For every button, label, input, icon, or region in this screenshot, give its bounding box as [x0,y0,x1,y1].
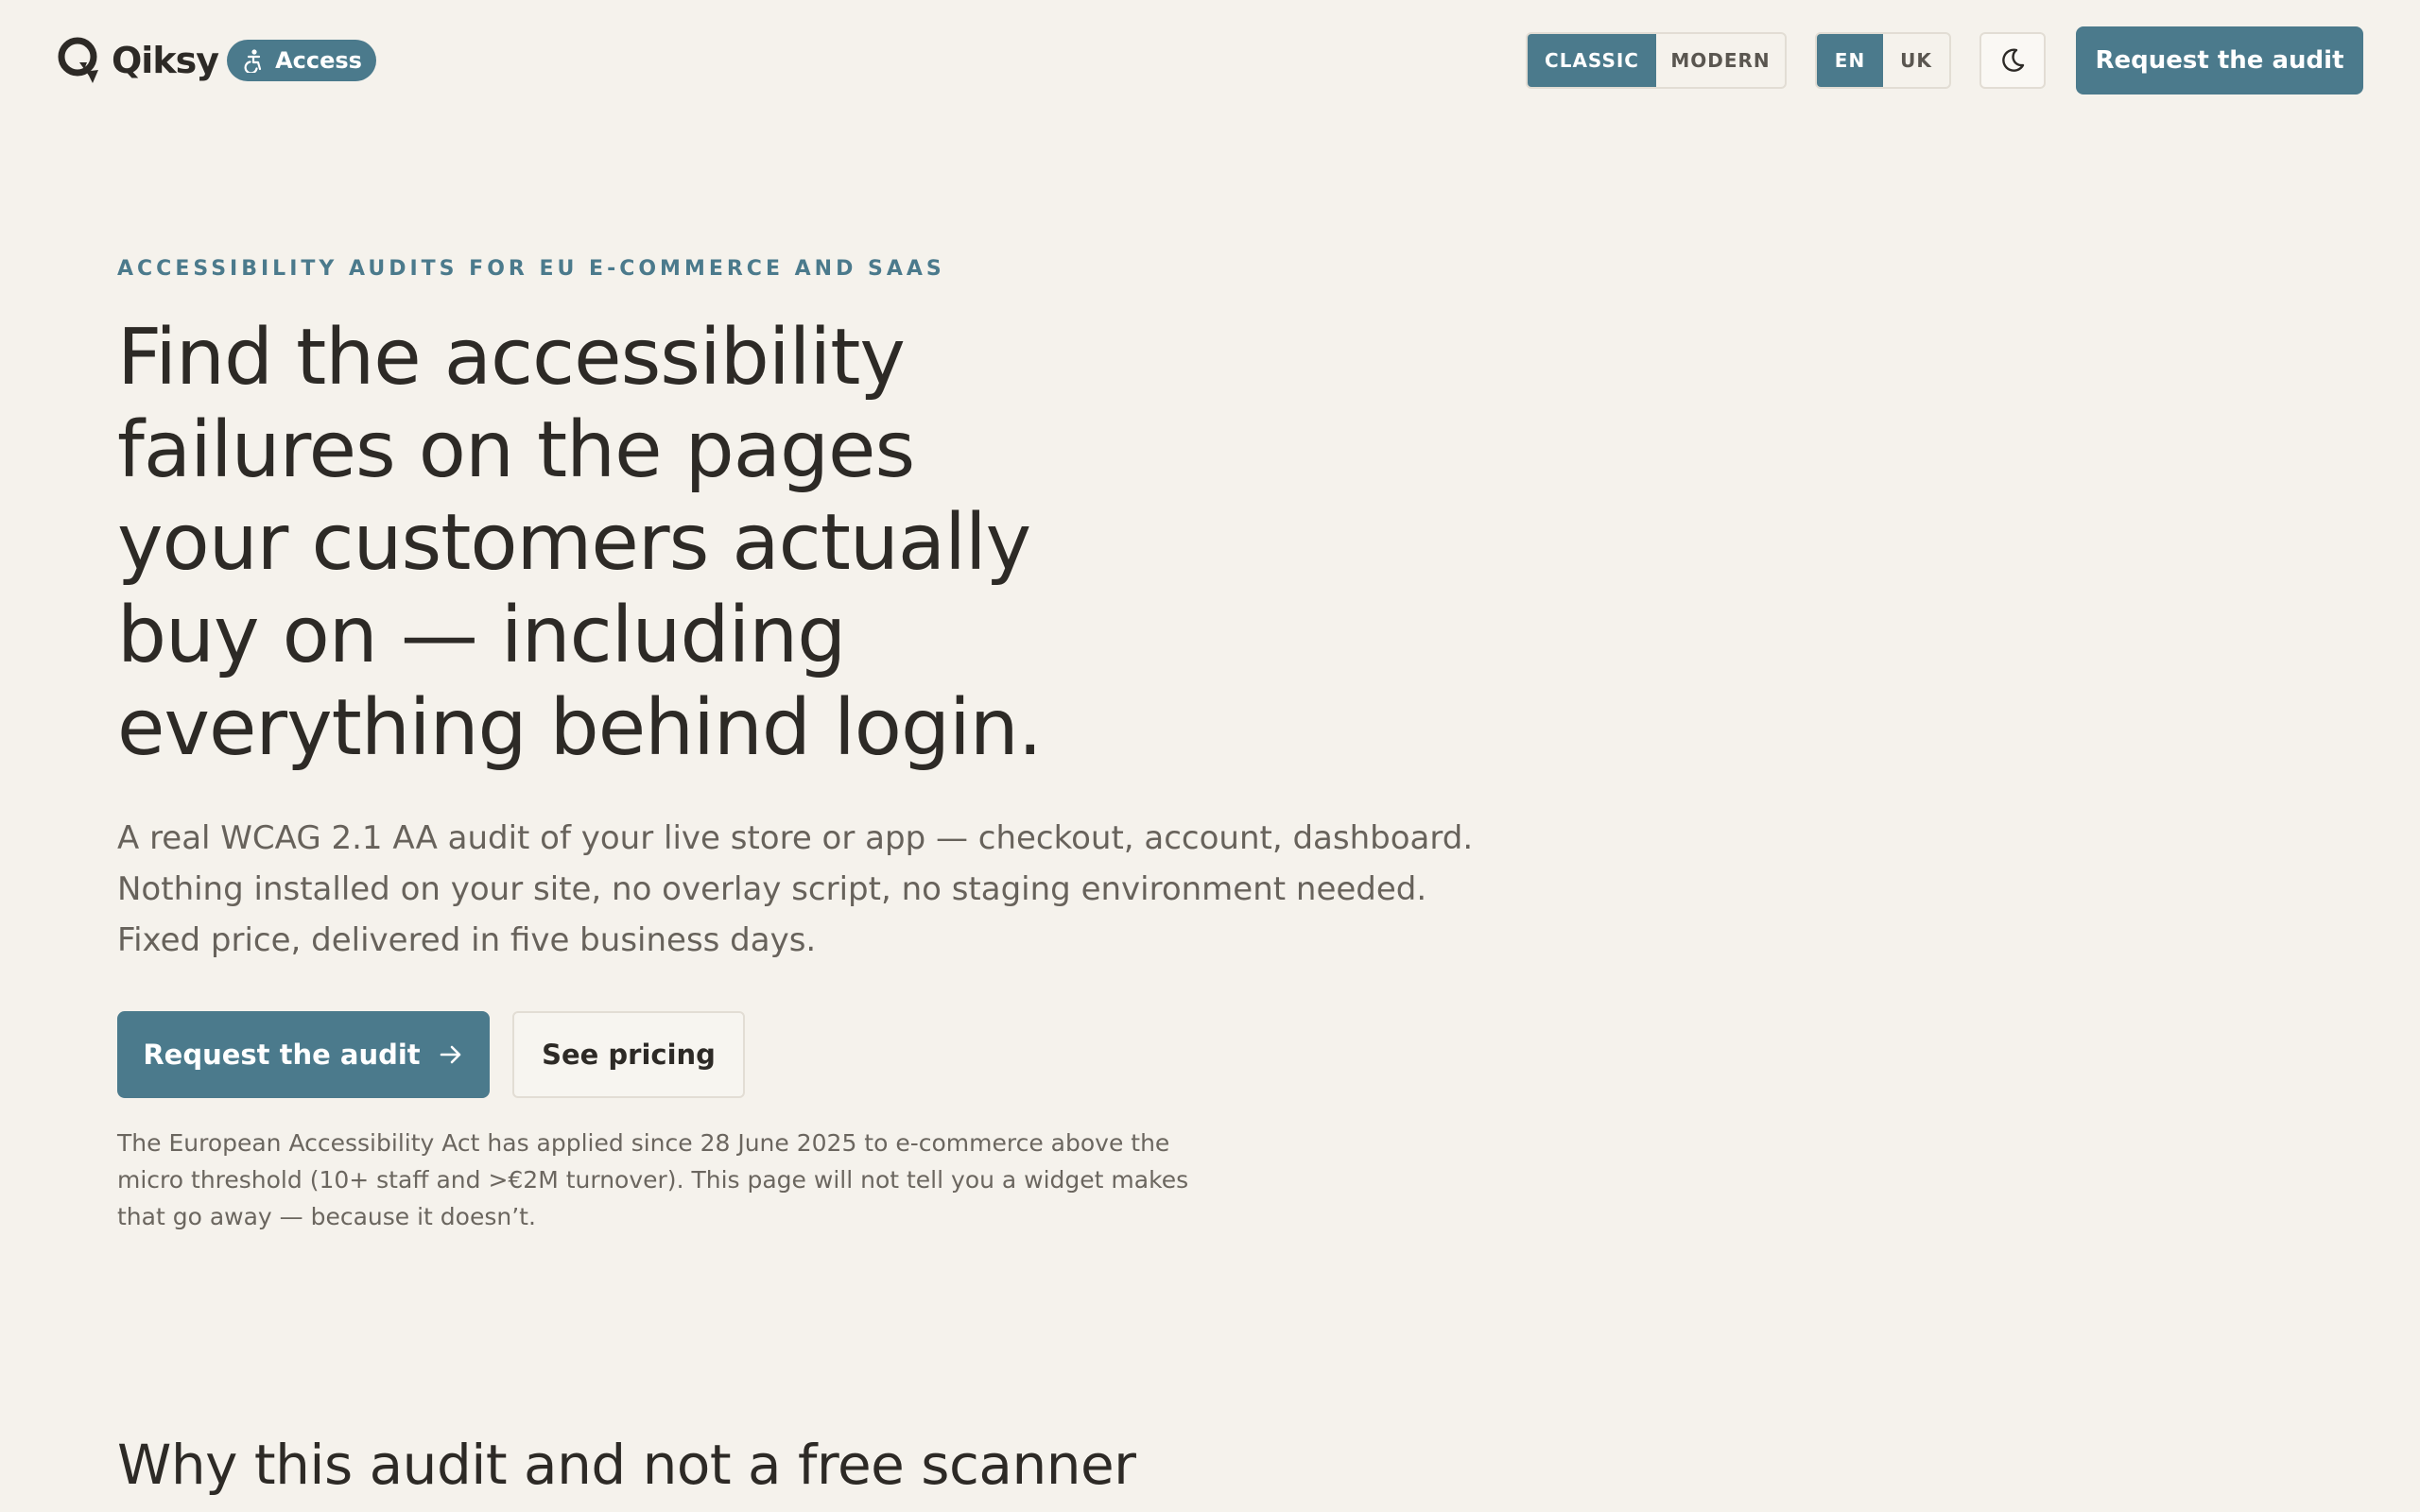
hero-title-line: failures on the pages [117,405,915,495]
style-switch: CLASSIC MODERN [1526,32,1787,89]
hero-title-line: buy on — including [117,591,846,680]
brand-name: Qiksy [112,40,219,81]
q-logo-icon [58,37,98,83]
dark-mode-toggle[interactable] [1979,32,2046,89]
style-option-classic[interactable]: CLASSIC [1528,34,1656,87]
eaa-note-line: that go away — because it doesn’t. [117,1203,536,1230]
language-option-en[interactable]: EN [1817,34,1883,87]
hero-subtitle-line: A real WCAG 2.1 AA audit of your live st… [117,819,1474,857]
hero-title-line: your customers actually [117,498,1031,588]
hero-actions: Request the audit See pricing [117,1011,745,1098]
hero-title: Find the accessibility failures on the p… [117,312,1138,775]
hero-request-audit-label: Request the audit [143,1039,421,1071]
access-badge-button[interactable]: Access [227,40,376,81]
hero-subtitle: A real WCAG 2.1 AA audit of your live st… [117,813,1573,966]
hero-subtitle-line: Nothing installed on your site, no overl… [117,870,1427,908]
site-header: Qiksy Access CLASSIC MODERN EN UK Reques… [0,0,2420,119]
access-badge-label: Access [275,47,362,74]
hero-request-audit-button[interactable]: Request the audit [117,1011,490,1098]
logo[interactable]: Qiksy [55,34,219,87]
moon-icon [2002,48,2025,72]
header-request-audit-button[interactable]: Request the audit [2076,26,2363,94]
hero-subtitle-line: Fixed price, delivered in five business … [117,921,817,959]
eaa-note-line: micro threshold (10+ staff and >€2M turn… [117,1166,1189,1194]
language-option-uk[interactable]: UK [1883,34,1949,87]
hero-title-line: everything behind login. [117,683,1043,773]
eaa-note: The European Accessibility Act has appli… [117,1125,1214,1235]
eaa-note-line: The European Accessibility Act has appli… [117,1129,1170,1157]
section-title: Why this audit and not a free scanner [117,1433,1136,1497]
accessibility-icon [244,49,262,73]
hero-title-line: Find the accessibility [117,313,906,403]
hero-eyebrow: ACCESSIBILITY AUDITS FOR EU E-COMMERCE A… [117,257,945,281]
style-option-modern[interactable]: MODERN [1656,34,1785,87]
arrow-right-icon [440,1045,460,1064]
language-switch: EN UK [1815,32,1951,89]
see-pricing-button[interactable]: See pricing [512,1011,745,1098]
